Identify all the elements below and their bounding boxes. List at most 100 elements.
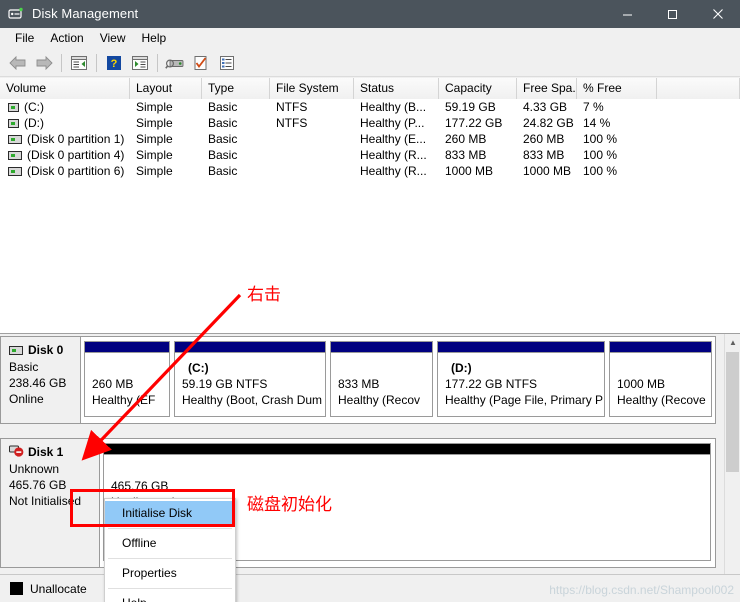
- disk-info-panel-0[interactable]: Disk 0 Basic 238.46 GB Online: [0, 336, 81, 424]
- cell-layout: Simple: [136, 116, 173, 130]
- legend-unallocated-label: Unallocate: [30, 581, 87, 596]
- cell-free-space: 260 MB: [523, 132, 565, 146]
- title-bar: Disk Management: [0, 0, 740, 28]
- partition-size: 177.22 GB NTFS: [445, 377, 538, 391]
- cell-capacity: 1000 MB: [445, 164, 494, 178]
- partition-block[interactable]: 833 MB Healthy (Recov: [330, 341, 433, 417]
- volume-list-body: (C:) Simple Basic NTFS Healthy (B... 59.19 GB…: [0, 99, 740, 179]
- disk-management-icon: [8, 6, 24, 22]
- volume-list: Volume Layout Type File System Status Capacit…: [0, 78, 740, 333]
- disk-management-window: Disk Management File Action View Help ? …: [0, 0, 740, 602]
- cell-file-system: NTFS: [276, 116, 308, 130]
- partition-details: (C:) 59.19 GB NTFS Healthy (Boot, Crash Du…: [175, 353, 325, 408]
- rescan-disks-icon[interactable]: [162, 51, 188, 75]
- list-view-icon[interactable]: [214, 51, 240, 75]
- window-controls: [605, 0, 740, 28]
- partition-block[interactable]: 260 MB Healthy (EF: [84, 341, 170, 417]
- column-header-file-system[interactable]: File System: [270, 78, 354, 99]
- disk-pane-scrollbar[interactable]: ▲ ▼: [724, 334, 740, 602]
- volume-icon: [8, 150, 22, 160]
- partition-block[interactable]: 1000 MB Healthy (Recove: [609, 341, 712, 417]
- cell-percent-free: 100 %: [583, 132, 618, 146]
- minimize-button[interactable]: [605, 0, 650, 28]
- column-header-blank[interactable]: [657, 78, 740, 99]
- column-header-layout[interactable]: Layout: [130, 78, 202, 99]
- cell-volume: (Disk 0 partition 6): [0, 163, 130, 179]
- partition-status: Healthy (Recove: [617, 393, 706, 407]
- cell-status: Healthy (P...: [360, 116, 425, 130]
- menu-file[interactable]: File: [7, 29, 42, 48]
- partition-block[interactable]: (C:) 59.19 GB NTFS Healthy (Boot, Crash Du…: [174, 341, 326, 417]
- disk-name: Disk 1: [28, 445, 64, 459]
- partition-size: 260 MB: [92, 377, 134, 391]
- volume-list-header: Volume Layout Type File System Status Capacit…: [0, 78, 740, 99]
- cell-type: Basic: [208, 116, 238, 130]
- cell-volume: (D:): [0, 115, 130, 131]
- context-menu-item-help[interactable]: Help: [105, 591, 235, 602]
- toolbar-separator: [96, 53, 97, 72]
- close-button[interactable]: [695, 0, 740, 28]
- volume-icon: [8, 166, 22, 176]
- disk-kind: Basic: [9, 360, 39, 374]
- column-header--free[interactable]: % Free: [577, 78, 657, 99]
- partition-color-bar: [85, 342, 169, 353]
- partition-color-bar: [104, 444, 710, 455]
- scroll-up-icon[interactable]: ▲: [725, 334, 740, 351]
- menu-action[interactable]: Action: [42, 29, 91, 48]
- disk-name: Disk 0: [28, 343, 64, 357]
- partition-block[interactable]: (D:) 177.22 GB NTFS Healthy (Page File, Pr…: [437, 341, 605, 417]
- cell-free-space: 4.33 GB: [523, 100, 568, 114]
- volume-icon: [8, 134, 22, 144]
- back-icon[interactable]: [5, 51, 31, 75]
- partition-details: 260 MB Healthy (EF: [85, 353, 169, 408]
- disk-state: Online: [9, 392, 44, 406]
- context-menu-item-properties[interactable]: Properties: [105, 561, 235, 586]
- column-header-type[interactable]: Type: [202, 78, 270, 99]
- disk-row-0[interactable]: Disk 0 Basic 238.46 GB Online 260 MB Healthy …: [0, 336, 716, 424]
- table-row[interactable]: (Disk 0 partition 1) Simple Basic Healthy (…: [0, 131, 740, 147]
- cell-layout: Simple: [136, 100, 173, 114]
- toolbar: ?: [0, 49, 740, 77]
- partition-color-bar: [610, 342, 711, 353]
- partition-drive-letter: [111, 462, 704, 478]
- disk-title: Disk 0: [9, 343, 74, 357]
- maximize-button[interactable]: [650, 0, 695, 28]
- partition-drive-letter: (C:): [188, 361, 209, 375]
- menu-view[interactable]: View: [92, 29, 134, 48]
- table-row[interactable]: (D:) Simple Basic NTFS Healthy (P... 177.22 G…: [0, 115, 740, 131]
- annotation-right-click: 右击: [247, 285, 281, 305]
- partition-color-bar: [175, 342, 325, 353]
- column-header-status[interactable]: Status: [354, 78, 439, 99]
- cell-volume: (Disk 0 partition 4): [0, 147, 130, 163]
- volume-label: (Disk 0 partition 1): [27, 132, 125, 146]
- column-header-capacity[interactable]: Capacity: [439, 78, 517, 99]
- context-menu-item-offline[interactable]: Offline: [105, 531, 235, 556]
- cell-status: Healthy (B...: [360, 100, 427, 114]
- context-menu-separator: [108, 588, 232, 589]
- partition-drive-letter: (D:): [451, 361, 472, 375]
- partition-status: Healthy (Page File, Primary P: [445, 393, 604, 407]
- menu-bar: File Action View Help: [0, 28, 740, 49]
- properties-icon[interactable]: [188, 51, 214, 75]
- table-row[interactable]: (Disk 0 partition 6) Simple Basic Healthy (…: [0, 163, 740, 179]
- table-row[interactable]: (Disk 0 partition 4) Simple Basic Healthy (…: [0, 147, 740, 163]
- volume-icon-small: [8, 102, 19, 112]
- cell-layout: Simple: [136, 164, 173, 178]
- help-icon[interactable]: ?: [101, 51, 127, 75]
- scrollbar-thumb[interactable]: [726, 352, 739, 472]
- table-row[interactable]: (C:) Simple Basic NTFS Healthy (B... 59.19 GB…: [0, 99, 740, 115]
- column-header-free-spa[interactable]: Free Spa...: [517, 78, 577, 99]
- toolbar-separator: [61, 53, 62, 72]
- disk-title: Disk 1: [9, 445, 93, 459]
- menu-help[interactable]: Help: [134, 29, 175, 48]
- show-hide-console-tree-icon[interactable]: [66, 51, 92, 75]
- forward-icon[interactable]: [31, 51, 57, 75]
- annotation-initialise-disk: 磁盘初始化: [247, 495, 332, 515]
- partition-drive-letter: [617, 360, 705, 376]
- context-menu-separator: [108, 558, 232, 559]
- disk-partitions-0: 260 MB Healthy (EF (C:) 59.19 GB NTFS Health…: [81, 336, 716, 424]
- column-header-volume[interactable]: Volume: [0, 78, 130, 99]
- show-hide-action-pane-icon[interactable]: [127, 51, 153, 75]
- cell-type: Basic: [208, 148, 238, 162]
- partition-drive-letter: [338, 360, 426, 376]
